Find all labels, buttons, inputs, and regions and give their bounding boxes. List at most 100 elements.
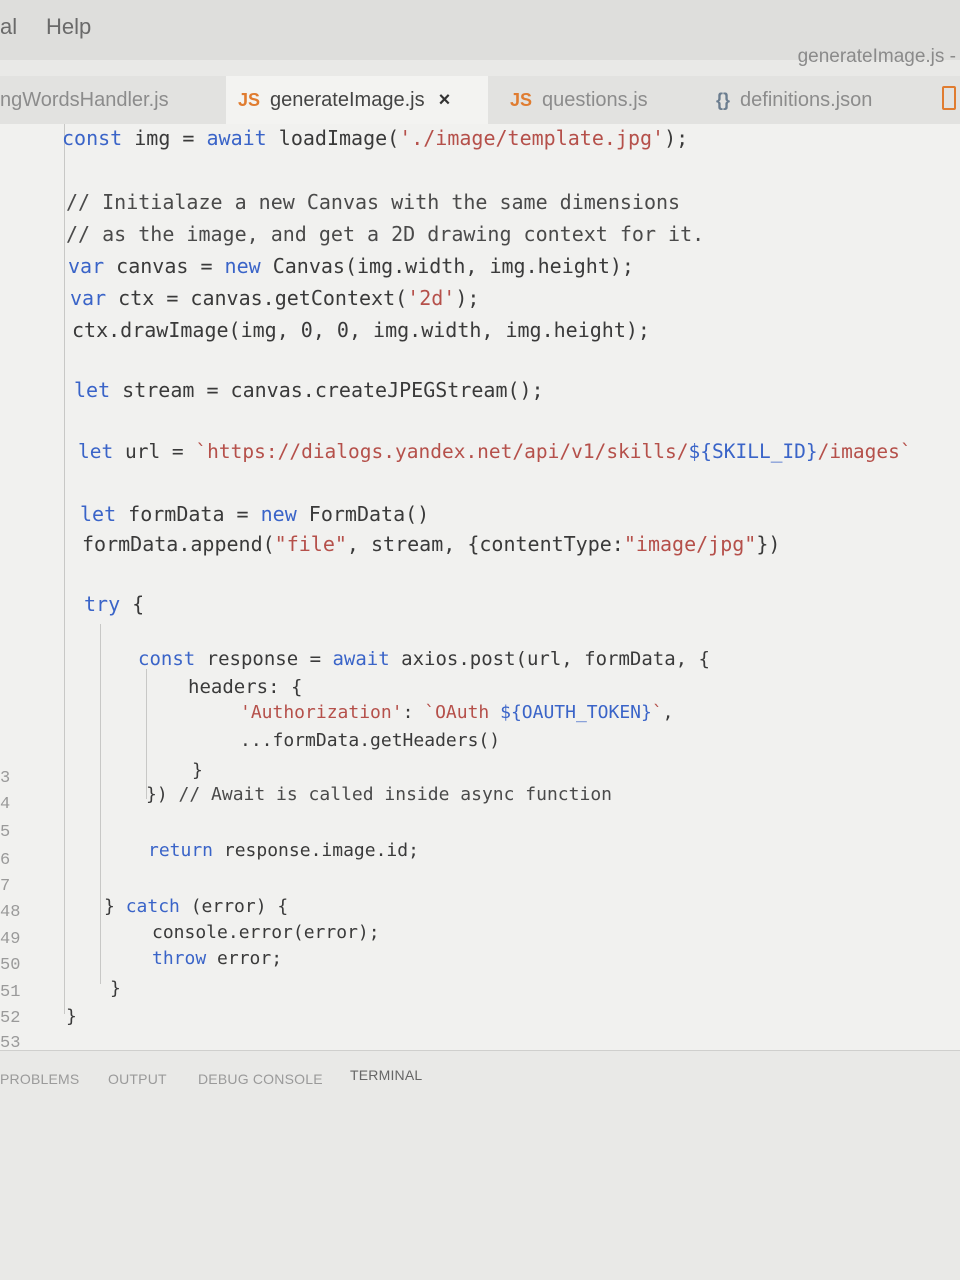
- line-number: 52: [0, 1009, 21, 1028]
- code-text: response.image.id;: [213, 840, 419, 861]
- file-icon: [942, 86, 956, 110]
- code-line: try {: [84, 592, 144, 616]
- tab-debug-console[interactable]: DEBUG CONSOLE: [198, 1071, 323, 1087]
- line-number: 6: [0, 851, 11, 870]
- tab-label: ngWordsHandler.js: [0, 88, 169, 111]
- tab-terminal[interactable]: TERMINAL: [350, 1067, 422, 1083]
- string-literal: `OAuth: [424, 702, 501, 723]
- tab-definitions[interactable]: {} definitions.json: [704, 76, 934, 124]
- code-line: let stream = canvas.createJPEGStream();: [74, 378, 544, 402]
- code-line: var ctx = canvas.getContext('2d');: [70, 286, 479, 310]
- line-number: 3: [0, 769, 11, 788]
- js-file-icon: JS: [510, 89, 533, 110]
- keyword: new: [224, 254, 261, 278]
- tab-label: generateImage.js: [270, 88, 425, 111]
- code-text: response =: [195, 648, 333, 670]
- window-title: generateImage.js -: [797, 46, 956, 67]
- code-comment: // Initialaze a new Canvas with the same…: [66, 190, 681, 214]
- code-text: FormData(): [296, 502, 430, 526]
- line-number-gutter: 3 4 5 6 7 48 49 50 51 52 53: [0, 124, 40, 1053]
- tab-questions[interactable]: JS questions.js: [498, 76, 698, 124]
- code-line: return response.image.id;: [148, 840, 419, 861]
- code-text: , stream, {contentType:: [346, 532, 624, 556]
- code-text: canvas =: [104, 254, 225, 278]
- code-line: var canvas = new Canvas(img.width, img.h…: [68, 254, 634, 278]
- keyword: await: [332, 648, 390, 670]
- line-number: 51: [0, 983, 21, 1002]
- keyword: throw: [152, 948, 207, 969]
- code-line: let formData = new FormData(): [80, 502, 429, 526]
- tab-words-handler[interactable]: ngWordsHandler.js: [0, 76, 220, 124]
- code-text: axios.post(url, formData, {: [389, 648, 710, 670]
- json-file-icon: {}: [716, 89, 731, 110]
- indent-guide: [146, 669, 147, 799]
- editor-tab-bar: ngWordsHandler.js JS generateImage.js × …: [0, 76, 960, 124]
- string-literal: '2d': [407, 286, 456, 310]
- string-literal: './image/template.jpg': [399, 126, 665, 150]
- code-line: headers: {: [188, 676, 303, 698]
- code-text: ,: [662, 702, 674, 723]
- string-literal: "file": [274, 532, 347, 556]
- code-text: img =: [122, 126, 207, 150]
- code-text: error;: [206, 948, 283, 969]
- code-line: }: [192, 760, 203, 781]
- line-number: 49: [0, 930, 21, 949]
- code-text: :: [402, 702, 425, 723]
- code-comment: // Await is called inside async function: [178, 784, 612, 805]
- code-comment: // as the image, and get a 2D drawing co…: [66, 222, 705, 246]
- tab-label: questions.js: [542, 88, 648, 111]
- code-text: loadImage(: [266, 126, 400, 150]
- code-text: formData =: [116, 502, 261, 526]
- string-literal: /images`: [817, 440, 912, 463]
- keyword: var: [68, 254, 105, 278]
- indent-guide: [100, 624, 101, 984]
- keyword: return: [148, 840, 214, 861]
- code-line: 'Authorization': `OAuth ${OAUTH_TOKEN}`,: [240, 702, 674, 723]
- bottom-panel: PROBLEMS OUTPUT DEBUG CONSOLE TERMINAL: [0, 1051, 960, 1280]
- tab-label: definitions.json: [740, 88, 873, 111]
- template-expression: ${SKILL_ID}: [688, 440, 818, 463]
- code-line: }: [110, 978, 121, 999]
- code-text: }: [104, 896, 126, 917]
- code-text: }): [146, 784, 179, 805]
- tab-output[interactable]: OUTPUT: [108, 1071, 167, 1087]
- code-line: } catch (error) {: [104, 896, 288, 917]
- string-literal: `: [651, 702, 663, 723]
- code-line: }) // Await is called inside async funct…: [146, 784, 612, 805]
- code-line: ctx.drawImage(img, 0, 0, img.width, img.…: [72, 318, 650, 342]
- code-line: const response = await axios.post(url, f…: [138, 648, 710, 670]
- tab-problems[interactable]: PROBLEMS: [0, 1071, 79, 1087]
- keyword: try: [84, 592, 121, 616]
- code-text: );: [455, 286, 480, 310]
- string-literal: 'Authorization': [240, 702, 403, 723]
- code-line: ...formData.getHeaders(): [240, 730, 501, 751]
- code-editor[interactable]: 3 4 5 6 7 48 49 50 51 52 53 const img = …: [0, 124, 960, 1053]
- line-number: 4: [0, 795, 11, 814]
- code-line: formData.append("file", stream, {content…: [82, 532, 780, 556]
- code-text: }): [756, 532, 781, 556]
- line-number: 5: [0, 823, 11, 842]
- code-text: (error) {: [179, 896, 289, 917]
- code-text: formData.append(: [82, 532, 275, 556]
- close-icon[interactable]: ×: [439, 89, 451, 112]
- menu-bar: al Help generateImage.js -: [0, 0, 960, 67]
- code-line: throw error;: [152, 948, 282, 969]
- code-text: ctx = canvas.getContext(: [106, 286, 408, 310]
- keyword: var: [70, 286, 107, 310]
- code-line: let url = `https://dialogs.yandex.net/ap…: [78, 440, 912, 463]
- line-number: 7: [0, 877, 11, 896]
- keyword: catch: [125, 896, 180, 917]
- string-literal: "image/jpg": [623, 532, 757, 556]
- indent-guide: [64, 124, 65, 1014]
- keyword: let: [74, 378, 111, 402]
- code-line: console.error(error);: [152, 922, 380, 943]
- menu-item-terminal[interactable]: al: [0, 14, 17, 40]
- keyword: const: [138, 648, 196, 670]
- code-text: );: [664, 126, 689, 150]
- template-expression: ${OAUTH_TOKEN}: [500, 702, 652, 723]
- line-number: 50: [0, 956, 21, 975]
- tab-generate-image[interactable]: JS generateImage.js ×: [226, 76, 488, 124]
- string-literal: `https://dialogs.yandex.net/api/v1/skill…: [195, 440, 689, 463]
- menu-item-help[interactable]: Help: [46, 14, 91, 40]
- code-text: url =: [113, 440, 196, 463]
